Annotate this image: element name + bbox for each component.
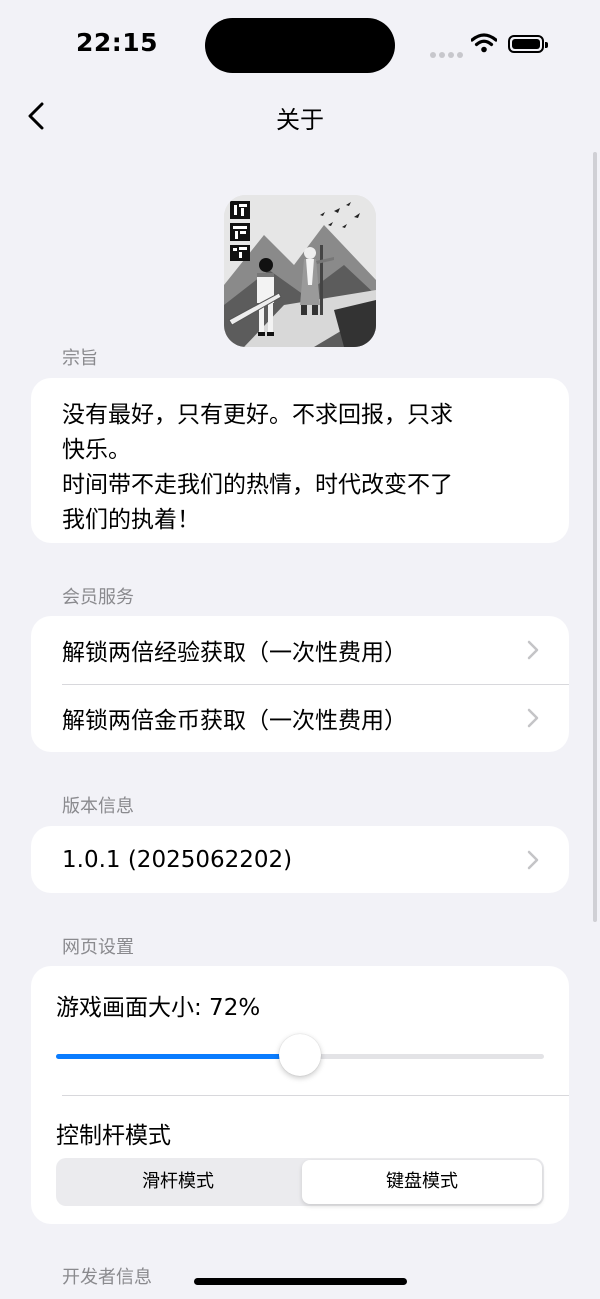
dynamic-island [205, 18, 395, 73]
web-settings-card: 游戏画面大小: 72% 控制杆模式 滑杆模式 键盘模式 [31, 966, 569, 1224]
chevron-right-icon [527, 850, 539, 870]
home-indicator [194, 1278, 407, 1285]
joystick-mode-segmented-control: 滑杆模式 键盘模式 [56, 1158, 544, 1206]
game-size-slider-fill [56, 1054, 300, 1059]
member-services-card: 解锁两倍经验获取（一次性费用） 解锁两倍金币获取（一次性费用） [31, 616, 569, 752]
settings-divider [62, 1095, 569, 1096]
developer-section-header: 开发者信息 [62, 1267, 152, 1288]
game-size-label: 游戏画面大小: 72% [56, 995, 261, 1021]
scroll-indicator[interactable] [593, 152, 597, 922]
joystick-mode-label: 控制杆模式 [56, 1123, 171, 1149]
slider-mode-segment[interactable]: 滑杆模式 [58, 1160, 298, 1204]
version-card: 1.0.1 (2025062202) [31, 826, 569, 893]
chevron-right-icon [527, 640, 539, 660]
version-row[interactable]: 1.0.1 (2025062202) [31, 826, 569, 893]
version-section-header: 版本信息 [62, 796, 134, 817]
app-logo [224, 195, 376, 347]
member-section-header: 会员服务 [62, 587, 134, 608]
chevron-right-icon [527, 708, 539, 728]
unlock-double-exp-row[interactable]: 解锁两倍经验获取（一次性费用） [31, 616, 569, 684]
web-section-header: 网页设置 [62, 937, 134, 958]
page-title: 关于 [276, 106, 324, 134]
game-size-slider-thumb[interactable] [279, 1034, 321, 1076]
version-value: 1.0.1 (2025062202) [62, 846, 293, 873]
battery-icon [508, 35, 548, 53]
navigation-bar: 关于 [0, 90, 600, 142]
motto-section-header: 宗旨 [62, 348, 98, 369]
status-bar: 22:15 [0, 0, 600, 90]
unlock-double-coins-row[interactable]: 解锁两倍金币获取（一次性费用） [31, 684, 569, 752]
keyboard-mode-segment[interactable]: 键盘模式 [302, 1160, 542, 1204]
cellular-signal-icon [430, 43, 466, 62]
motto-card: 没有最好，只有更好。不求回报，只求 快乐。 时间带不走我们的热情，时代改变不了 … [31, 378, 569, 543]
unlock-double-exp-label: 解锁两倍经验获取（一次性费用） [62, 640, 407, 666]
wifi-icon [470, 33, 498, 57]
status-time: 22:15 [76, 28, 159, 57]
unlock-double-coins-label: 解锁两倍金币获取（一次性费用） [62, 708, 407, 734]
